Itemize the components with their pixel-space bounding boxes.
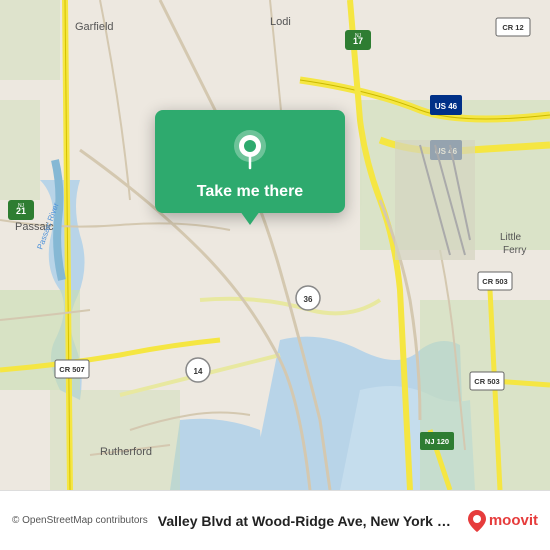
location-name: Valley Blvd at Wood-Ridge Ave, New York … xyxy=(158,513,458,529)
svg-text:14: 14 xyxy=(194,367,203,376)
svg-text:NJ: NJ xyxy=(18,203,25,209)
svg-text:CR 503: CR 503 xyxy=(482,277,507,286)
moovit-logo: moovit xyxy=(468,510,538,532)
svg-text:Little: Little xyxy=(500,232,522,243)
moovit-pin-icon xyxy=(468,510,486,532)
svg-text:NJ: NJ xyxy=(355,33,362,39)
svg-text:Ferry: Ferry xyxy=(503,245,526,256)
svg-text:US 46: US 46 xyxy=(435,102,458,111)
moovit-brand-text: moovit xyxy=(489,512,538,529)
take-me-there-button[interactable]: Take me there xyxy=(197,182,303,201)
map-container: 21 NJ 17 NJ US 46 US 46 CR 507 36 14 CR … xyxy=(0,0,550,490)
map-background: 21 NJ 17 NJ US 46 US 46 CR 507 36 14 CR … xyxy=(0,0,550,490)
svg-text:CR 507: CR 507 xyxy=(59,365,84,374)
svg-text:Rutherford: Rutherford xyxy=(100,446,152,458)
svg-text:36: 36 xyxy=(304,295,313,304)
svg-text:Garfield: Garfield xyxy=(75,21,114,33)
svg-text:CR 503: CR 503 xyxy=(474,377,499,386)
svg-text:CR 12: CR 12 xyxy=(502,23,523,32)
osm-attribution: © OpenStreetMap contributors xyxy=(12,515,148,526)
svg-text:NJ 120: NJ 120 xyxy=(425,437,449,446)
svg-text:Lodi: Lodi xyxy=(270,16,291,28)
location-pin-icon xyxy=(228,128,272,172)
popup-card[interactable]: Take me there xyxy=(155,110,345,213)
bottom-bar: © OpenStreetMap contributors Valley Blvd… xyxy=(0,490,550,550)
